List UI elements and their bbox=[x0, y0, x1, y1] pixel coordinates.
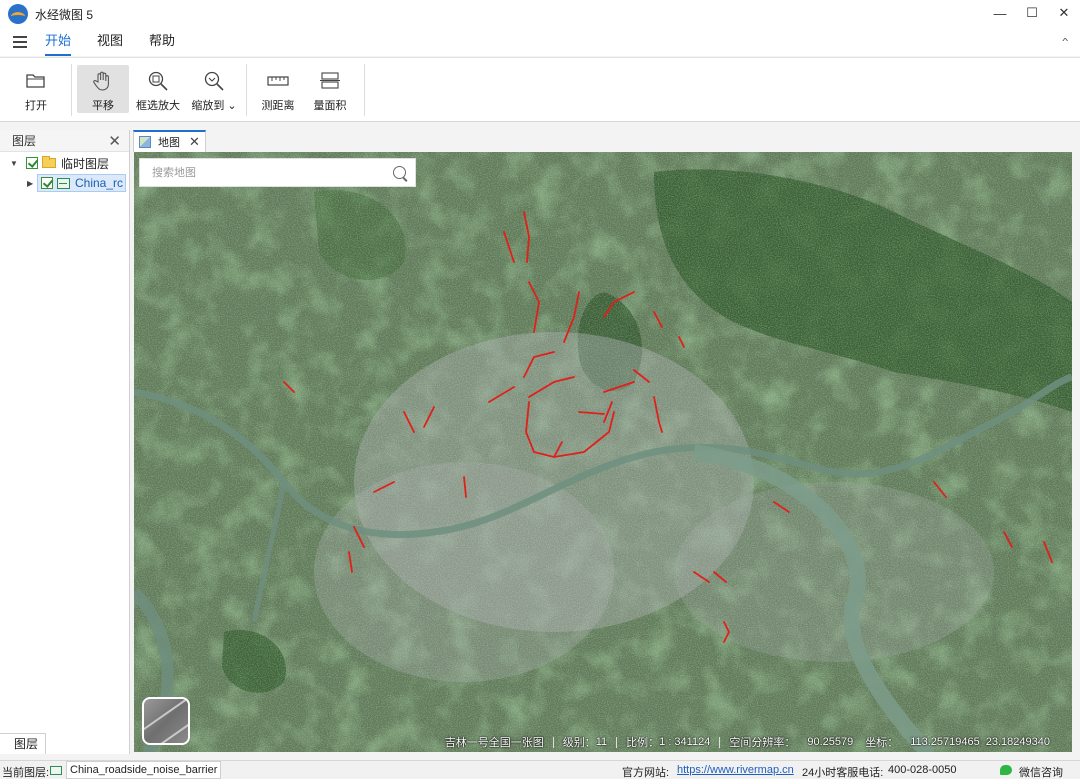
tab-map[interactable]: 地图 ✕ bbox=[133, 130, 206, 152]
zoom-to-button[interactable]: 缩放到 ⌄ bbox=[186, 65, 242, 113]
hand-pan-icon bbox=[90, 69, 116, 92]
group-label: 临时图层 bbox=[61, 156, 110, 171]
open-button[interactable]: 打开 bbox=[10, 65, 62, 113]
tree-layer-item[interactable]: ▶ China_rc bbox=[27, 174, 127, 192]
ribbon-separator bbox=[71, 64, 72, 116]
status-bar: 当前图层: China_roadside_noise_barrier 官方网站:… bbox=[0, 760, 1080, 779]
map-icon bbox=[139, 136, 151, 148]
zoom-box-button[interactable]: 框选放大 bbox=[131, 65, 185, 113]
hamburger-menu-icon[interactable] bbox=[13, 33, 27, 51]
zoom-to-text: 缩放到 bbox=[191, 100, 225, 112]
open-label: 打开 bbox=[25, 100, 47, 112]
current-layer-name: China_roadside_noise_barrier bbox=[66, 761, 222, 779]
zoom-box-label: 框选放大 bbox=[136, 100, 180, 112]
website-link[interactable]: https://www.rivermap.cn bbox=[677, 764, 794, 776]
expand-arrow-icon[interactable]: ▼ bbox=[10, 159, 20, 168]
coordinate-x: 113.25719465 bbox=[910, 736, 980, 748]
map-status-overlay: 吉林一号全国一张图 级别： 11 比例： 1 : 341124 空间分辨率： 9… bbox=[445, 734, 1050, 750]
measure-distance-button[interactable]: 测距离 bbox=[252, 65, 304, 113]
status-divider bbox=[719, 736, 721, 748]
map-tab-label: 地图 bbox=[158, 137, 180, 149]
measure-area-label: 量面积 bbox=[313, 100, 347, 112]
satellite-basemap bbox=[134, 152, 1072, 752]
close-window-button[interactable]: ✕ bbox=[1048, 0, 1080, 26]
resolution-value: 90.25579 bbox=[807, 736, 854, 748]
current-layer-label: 当前图层: bbox=[2, 767, 50, 779]
layer-panel-header: 图层 ✕ bbox=[0, 130, 129, 152]
title-bar: 水经微图 5 — ☐ ✕ bbox=[0, 0, 1080, 28]
tab-view[interactable]: 视图 bbox=[97, 28, 123, 56]
coordinate-y: 23.18249340 bbox=[985, 736, 1050, 748]
hotline-label: 24小时客服电话: bbox=[802, 767, 884, 779]
document-tab-bar: 地图 ✕ bbox=[133, 128, 1080, 152]
status-divider bbox=[552, 736, 554, 748]
zoom-level-label: 级别： bbox=[562, 737, 596, 749]
map-search-box bbox=[139, 158, 416, 187]
zoom-level-value: 11 bbox=[595, 736, 608, 748]
imagery-source: 吉林一号全国一张图 bbox=[444, 737, 544, 749]
hotline-number: 400-028-0050 bbox=[888, 764, 957, 776]
minimize-button[interactable]: — bbox=[984, 0, 1016, 26]
area-measure-icon bbox=[317, 69, 343, 92]
zoom-box-icon bbox=[145, 69, 171, 92]
zoom-to-label: 缩放到 ⌄ bbox=[191, 97, 236, 113]
resolution-label: 空间分辨率： bbox=[729, 737, 796, 749]
folder-open-icon bbox=[23, 69, 49, 92]
scale-label: 比例： bbox=[626, 737, 660, 749]
line-layer-icon bbox=[57, 177, 70, 189]
close-icon[interactable]: ✕ bbox=[108, 132, 121, 150]
search-icon[interactable] bbox=[393, 166, 406, 179]
ribbon-separator bbox=[246, 64, 247, 116]
measure-distance-label: 测距离 bbox=[261, 100, 295, 112]
layer-panel-title: 图层 bbox=[12, 134, 37, 148]
ruler-icon bbox=[265, 69, 291, 92]
ribbon-toolbar: 打开 平移 框选放大 缩放到 ⌄ 测距离 量面积 bbox=[0, 57, 1080, 122]
collapse-ribbon-button[interactable]: ^ bbox=[1062, 36, 1068, 46]
window-controls: — ☐ ✕ bbox=[984, 0, 1080, 28]
maximize-button[interactable]: ☐ bbox=[1016, 0, 1048, 26]
wechat-consult-button[interactable]: 微信咨询 bbox=[1019, 764, 1063, 779]
ribbon-separator bbox=[364, 64, 365, 116]
window-title: 水经微图 5 bbox=[35, 7, 94, 22]
collapse-arrow-icon[interactable]: ▶ bbox=[27, 179, 37, 188]
selected-layer[interactable]: China_rc bbox=[37, 174, 127, 192]
layer-checkbox[interactable] bbox=[41, 177, 53, 189]
basemap-switch-button[interactable] bbox=[142, 697, 190, 745]
website-label: 官方网站: bbox=[622, 767, 670, 779]
app-logo-icon bbox=[8, 4, 28, 24]
chevron-down-icon[interactable]: ⌄ bbox=[227, 100, 236, 112]
group-checkbox[interactable] bbox=[26, 157, 38, 169]
tab-help[interactable]: 帮助 bbox=[149, 28, 175, 56]
pan-button[interactable]: 平移 bbox=[77, 65, 129, 113]
tab-home[interactable]: 开始 bbox=[45, 28, 72, 56]
folder-icon bbox=[42, 156, 56, 168]
wechat-icon bbox=[1000, 765, 1012, 775]
layer-label: China_rc bbox=[75, 176, 124, 190]
line-layer-icon bbox=[50, 766, 62, 775]
status-divider bbox=[616, 736, 618, 748]
tree-group-temp-layers[interactable]: ▼ 临时图层 bbox=[10, 154, 109, 172]
measure-area-button[interactable]: 量面积 bbox=[304, 65, 356, 113]
search-input[interactable] bbox=[140, 160, 380, 185]
layer-panel-tab[interactable]: 图层 bbox=[0, 733, 46, 754]
close-tab-icon[interactable]: ✕ bbox=[189, 134, 200, 150]
scale-value: 1 : 341124 bbox=[659, 736, 711, 748]
menu-bar: 开始 视图 帮助 ^ bbox=[0, 28, 1080, 56]
coordinate-label: 坐标： bbox=[865, 737, 899, 749]
pan-label: 平移 bbox=[92, 100, 114, 112]
map-canvas[interactable]: 吉林一号全国一张图 级别： 11 比例： 1 : 341124 空间分辨率： 9… bbox=[134, 152, 1072, 752]
zoom-to-icon bbox=[201, 69, 227, 92]
layer-panel: 图层 ✕ ▼ 临时图层 ▶ China_rc 图层 bbox=[0, 130, 130, 754]
